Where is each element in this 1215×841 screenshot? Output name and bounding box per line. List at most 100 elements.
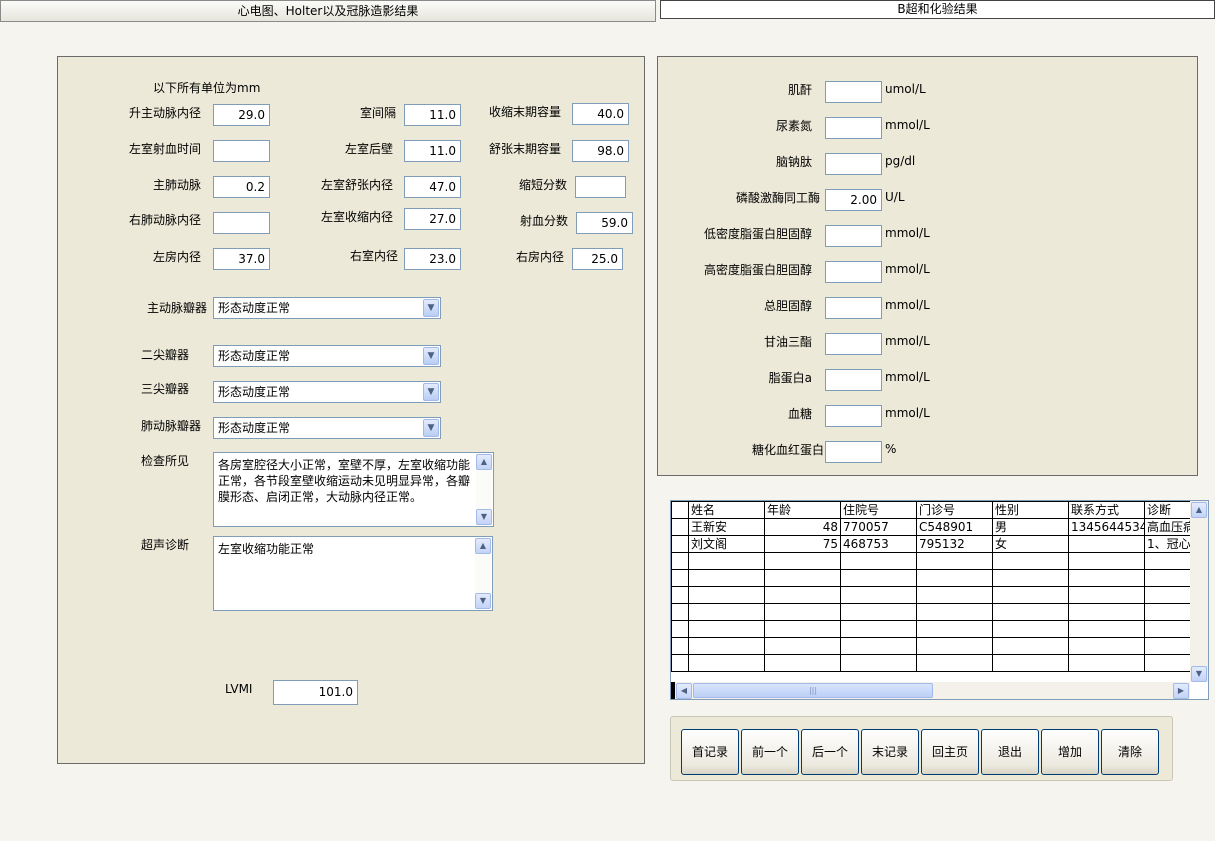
- table-cell[interactable]: [688, 637, 765, 655]
- table-cell[interactable]: [916, 654, 993, 672]
- lab-value-field[interactable]: [825, 261, 882, 283]
- lvesd-field[interactable]: 27.0: [404, 208, 461, 230]
- chevron-down-icon[interactable]: ▼: [423, 347, 439, 365]
- table-horizontal-scrollbar[interactable]: ◀ ||| ▶: [671, 682, 1190, 699]
- lab-value-field[interactable]: [825, 117, 882, 139]
- table-cell[interactable]: [992, 620, 1069, 638]
- table-cell[interactable]: [1068, 603, 1145, 621]
- row-selector[interactable]: [671, 586, 689, 604]
- ra-field[interactable]: 25.0: [572, 248, 623, 270]
- table-cell[interactable]: [840, 654, 917, 672]
- table-cell[interactable]: [688, 552, 765, 570]
- lvpw-field[interactable]: 11.0: [404, 140, 461, 162]
- column-header[interactable]: 姓名: [688, 501, 765, 519]
- prev-button[interactable]: 前一个: [741, 729, 799, 775]
- edv-field[interactable]: 98.0: [572, 140, 629, 162]
- first-record-button[interactable]: 首记录: [681, 729, 739, 775]
- table-cell[interactable]: [840, 552, 917, 570]
- table-row[interactable]: [671, 620, 1208, 638]
- table-cell[interactable]: [1068, 586, 1145, 604]
- table-cell[interactable]: [840, 637, 917, 655]
- ivs-field[interactable]: 11.0: [404, 104, 461, 126]
- table-cell[interactable]: 刘文阁: [688, 535, 765, 553]
- row-selector[interactable]: [671, 654, 689, 672]
- fs-field[interactable]: [575, 176, 626, 198]
- lab-value-field[interactable]: [825, 81, 882, 103]
- table-cell[interactable]: [1068, 654, 1145, 672]
- diagnosis-scrollbar[interactable]: ▲ ▼: [475, 538, 491, 609]
- table-cell[interactable]: [916, 552, 993, 570]
- table-cell[interactable]: C548901: [916, 518, 993, 536]
- row-selector[interactable]: [671, 620, 689, 638]
- table-row[interactable]: 王新安48770057C548901男13456445345高血压病: [671, 518, 1208, 536]
- table-cell[interactable]: [992, 603, 1069, 621]
- table-vertical-scrollbar[interactable]: ▲ ▼: [1190, 501, 1208, 682]
- table-cell[interactable]: 13456445345: [1068, 518, 1145, 536]
- mitral-valve-select[interactable]: 形态动度正常 ▼: [213, 345, 441, 367]
- scroll-left-icon[interactable]: ◀: [676, 683, 692, 699]
- lab-value-field[interactable]: [825, 333, 882, 355]
- row-selector[interactable]: [671, 535, 689, 553]
- lvmi-field[interactable]: 101.0: [273, 680, 358, 705]
- table-cell[interactable]: [916, 586, 993, 604]
- scroll-down-icon[interactable]: ▼: [476, 509, 492, 525]
- la-field[interactable]: 37.0: [213, 248, 270, 270]
- table-cell[interactable]: [840, 620, 917, 638]
- table-cell[interactable]: [1068, 637, 1145, 655]
- tricuspid-valve-select[interactable]: 形态动度正常 ▼: [213, 381, 441, 403]
- tab-ecg-holter[interactable]: 心电图、Holter以及冠脉造影结果: [0, 0, 656, 22]
- table-cell[interactable]: [764, 569, 841, 587]
- table-cell[interactable]: [916, 637, 993, 655]
- table-cell[interactable]: [840, 603, 917, 621]
- table-cell[interactable]: [688, 603, 765, 621]
- lab-value-field[interactable]: 2.00: [825, 189, 882, 211]
- last-record-button[interactable]: 末记录: [861, 729, 919, 775]
- table-cell[interactable]: [992, 654, 1069, 672]
- table-cell[interactable]: 75: [764, 535, 841, 553]
- table-cell[interactable]: [1068, 569, 1145, 587]
- table-cell[interactable]: [764, 637, 841, 655]
- clear-button[interactable]: 清除: [1101, 729, 1159, 775]
- table-row[interactable]: [671, 654, 1208, 672]
- lvedd-field[interactable]: 47.0: [404, 176, 461, 198]
- pulmonary-valve-select[interactable]: 形态动度正常 ▼: [213, 417, 441, 439]
- table-cell[interactable]: [764, 552, 841, 570]
- table-row[interactable]: [671, 552, 1208, 570]
- patient-table[interactable]: 姓名 年龄 住院号 门诊号 性别 联系方式 诊断 王新安 48 770057 C548901 男 134…: [670, 500, 1209, 700]
- scroll-up-icon[interactable]: ▲: [1191, 502, 1207, 518]
- column-header[interactable]: 住院号: [840, 501, 917, 519]
- table-cell[interactable]: [688, 586, 765, 604]
- rpa-field[interactable]: [213, 212, 270, 234]
- table-cell[interactable]: 468753: [840, 535, 917, 553]
- findings-textarea[interactable]: 各房室腔径大小正常，室壁不厚，左室收缩功能正常，各节段室壁收缩运动未见明显异常，…: [213, 452, 494, 527]
- next-button[interactable]: 后一个: [801, 729, 859, 775]
- row-selector[interactable]: [671, 637, 689, 655]
- table-row[interactable]: [671, 603, 1208, 621]
- lv-ejection-time-field[interactable]: [213, 140, 270, 162]
- diagnosis-textarea[interactable]: 左室收缩功能正常 ▲ ▼: [213, 536, 493, 611]
- table-cell[interactable]: [688, 620, 765, 638]
- table-cell[interactable]: 男: [992, 518, 1069, 536]
- tab-ultrasound-lab[interactable]: B超和化验结果: [660, 0, 1215, 19]
- lab-value-field[interactable]: [825, 369, 882, 391]
- aortic-valve-select[interactable]: 形态动度正常 ▼: [213, 297, 441, 319]
- table-cell[interactable]: [916, 620, 993, 638]
- table-cell[interactable]: [840, 569, 917, 587]
- lab-value-field[interactable]: [825, 405, 882, 427]
- table-row[interactable]: [671, 569, 1208, 587]
- column-header[interactable]: 联系方式: [1068, 501, 1145, 519]
- table-cell[interactable]: [764, 603, 841, 621]
- table-cell[interactable]: [688, 654, 765, 672]
- row-selector[interactable]: [671, 569, 689, 587]
- table-cell[interactable]: 795132: [916, 535, 993, 553]
- esv-field[interactable]: 40.0: [572, 103, 629, 125]
- table-row[interactable]: 刘文阁 75 468753 795132 女 1、冠心病: [671, 535, 1208, 553]
- scroll-down-icon[interactable]: ▼: [1191, 666, 1207, 682]
- table-cell[interactable]: 770057: [840, 518, 917, 536]
- row-selector[interactable]: [671, 603, 689, 621]
- chevron-down-icon[interactable]: ▼: [423, 419, 439, 437]
- table-cell[interactable]: [992, 552, 1069, 570]
- column-header[interactable]: 性别: [992, 501, 1069, 519]
- table-cell[interactable]: [916, 603, 993, 621]
- home-button[interactable]: 回主页: [921, 729, 979, 775]
